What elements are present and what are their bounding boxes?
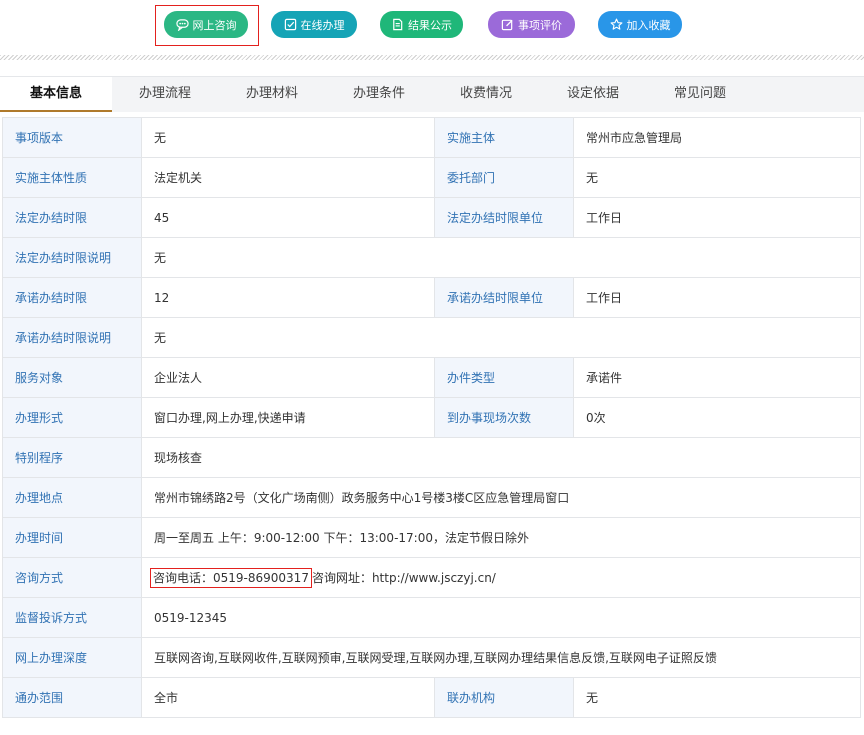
tab-materials[interactable]: 办理材料 bbox=[229, 77, 315, 111]
tab-process[interactable]: 办理流程 bbox=[122, 77, 208, 111]
field-value: 法定机关 bbox=[141, 157, 435, 198]
field-value: 0519-12345 bbox=[141, 597, 861, 638]
table-row: 实施主体性质 法定机关 委托部门 无 bbox=[2, 157, 861, 198]
online-handle-label: 在线办理 bbox=[300, 18, 345, 32]
field-value: 窗口办理,网上办理,快递申请 bbox=[141, 397, 435, 438]
field-label: 办理时间 bbox=[2, 517, 142, 558]
field-value: 无 bbox=[141, 117, 435, 158]
table-row: 咨询方式 咨询电话：0519-86900317 咨询网址：http://www.j… bbox=[2, 557, 861, 598]
field-value: 互联网咨询,互联网收件,互联网预审,互联网受理,互联网办理,互联网办理结果信息反… bbox=[141, 637, 861, 678]
table-row: 特别程序 现场核查 bbox=[2, 437, 861, 478]
table-row: 通办范围 全市 联办机构 无 bbox=[2, 677, 861, 718]
field-value: 现场核查 bbox=[141, 437, 861, 478]
field-value: 常州市锦绣路2号（文化广场南侧）政务服务中心1号楼3楼C区应急管理局窗口 bbox=[141, 477, 861, 518]
field-label: 法定办结时限 bbox=[2, 197, 142, 238]
tab-basis[interactable]: 设定依据 bbox=[550, 77, 636, 111]
field-label: 联办机构 bbox=[434, 677, 574, 718]
field-label: 通办范围 bbox=[2, 677, 142, 718]
table-row: 法定办结时限 45 法定办结时限单位 工作日 bbox=[2, 197, 861, 238]
field-label: 特别程序 bbox=[2, 437, 142, 478]
info-table: 事项版本 无 实施主体 常州市应急管理局 实施主体性质 法定机关 委托部门 无 … bbox=[2, 117, 861, 718]
table-row: 监督投诉方式 0519-12345 bbox=[2, 597, 861, 638]
info-tabs: 基本信息 办理流程 办理材料 办理条件 收费情况 设定依据 常见问题 bbox=[0, 76, 864, 112]
field-label: 服务对象 bbox=[2, 357, 142, 398]
field-value: 承诺件 bbox=[573, 357, 861, 398]
field-value: 工作日 bbox=[573, 277, 861, 318]
tab-basic-info[interactable]: 基本信息 bbox=[0, 77, 112, 112]
result-public-label: 结果公示 bbox=[408, 18, 452, 32]
field-label: 办件类型 bbox=[434, 357, 574, 398]
consult-contact: 咨询电话：0519-86900317 咨询网址：http://www.jsczyj… bbox=[141, 557, 861, 598]
result-public-button[interactable]: 结果公示 bbox=[380, 11, 463, 38]
field-label: 承诺办结时限单位 bbox=[434, 277, 574, 318]
field-label: 咨询方式 bbox=[2, 557, 142, 598]
add-favorite-label: 加入收藏 bbox=[626, 18, 671, 32]
field-value: 工作日 bbox=[573, 197, 861, 238]
tab-conditions[interactable]: 办理条件 bbox=[336, 77, 422, 111]
item-review-label: 事项评价 bbox=[518, 18, 562, 32]
table-row: 承诺办结时限 12 承诺办结时限单位 工作日 bbox=[2, 277, 861, 318]
online-consult-button[interactable]: 网上咨询 bbox=[164, 11, 248, 38]
field-label: 实施主体 bbox=[434, 117, 574, 158]
field-label: 办理形式 bbox=[2, 397, 142, 438]
field-value: 无 bbox=[573, 677, 861, 718]
tab-fees[interactable]: 收费情况 bbox=[443, 77, 529, 111]
table-row: 网上办理深度 互联网咨询,互联网收件,互联网预审,互联网受理,互联网办理,互联网… bbox=[2, 637, 861, 678]
add-favorite-button[interactable]: 加入收藏 bbox=[598, 11, 682, 38]
table-row: 办理形式 窗口办理,网上办理,快递申请 到办事现场次数 0次 bbox=[2, 397, 861, 438]
item-review-button[interactable]: 事项评价 bbox=[488, 11, 575, 38]
tab-faq[interactable]: 常见问题 bbox=[657, 77, 743, 111]
field-label: 委托部门 bbox=[434, 157, 574, 198]
field-label: 到办事现场次数 bbox=[434, 397, 574, 438]
dashed-divider bbox=[0, 55, 864, 60]
field-label: 法定办结时限说明 bbox=[2, 237, 142, 278]
field-value: 全市 bbox=[141, 677, 435, 718]
field-label: 监督投诉方式 bbox=[2, 597, 142, 638]
action-bar: 网上咨询 在线办理 结果公示 事项评价 加入收藏 bbox=[0, 0, 864, 50]
online-consult-label: 网上咨询 bbox=[192, 18, 237, 32]
form-check-icon bbox=[284, 18, 297, 31]
table-row: 办理时间 周一至周五 上午：9:00-12:00 下午：13:00-17:00，… bbox=[2, 517, 861, 558]
online-handle-button[interactable]: 在线办理 bbox=[271, 11, 357, 38]
star-icon bbox=[610, 18, 623, 31]
edit-icon bbox=[501, 18, 514, 31]
table-row: 服务对象 企业法人 办件类型 承诺件 bbox=[2, 357, 861, 398]
field-label: 承诺办结时限说明 bbox=[2, 317, 142, 358]
table-row: 办理地点 常州市锦绣路2号（文化广场南侧）政务服务中心1号楼3楼C区应急管理局窗… bbox=[2, 477, 861, 518]
document-icon bbox=[391, 18, 404, 31]
field-label: 网上办理深度 bbox=[2, 637, 142, 678]
table-row: 事项版本 无 实施主体 常州市应急管理局 bbox=[2, 117, 861, 158]
field-label: 办理地点 bbox=[2, 477, 142, 518]
table-row: 法定办结时限说明 无 bbox=[2, 237, 861, 278]
field-value: 45 bbox=[141, 197, 435, 238]
consult-url[interactable]: 咨询网址：http://www.jsczyj.cn/ bbox=[312, 571, 496, 585]
field-label: 事项版本 bbox=[2, 117, 142, 158]
field-label: 承诺办结时限 bbox=[2, 277, 142, 318]
table-row: 承诺办结时限说明 无 bbox=[2, 317, 861, 358]
field-value: 12 bbox=[141, 277, 435, 318]
field-value: 周一至周五 上午：9:00-12:00 下午：13:00-17:00，法定节假日… bbox=[141, 517, 861, 558]
consult-phone: 咨询电话：0519-86900317 bbox=[150, 568, 312, 588]
field-value: 常州市应急管理局 bbox=[573, 117, 861, 158]
field-label: 实施主体性质 bbox=[2, 157, 142, 198]
field-value: 0次 bbox=[573, 397, 861, 438]
chat-icon bbox=[175, 18, 189, 31]
field-value: 无 bbox=[141, 237, 861, 278]
field-value: 无 bbox=[573, 157, 861, 198]
field-label: 法定办结时限单位 bbox=[434, 197, 574, 238]
field-value: 无 bbox=[141, 317, 861, 358]
field-value: 企业法人 bbox=[141, 357, 435, 398]
